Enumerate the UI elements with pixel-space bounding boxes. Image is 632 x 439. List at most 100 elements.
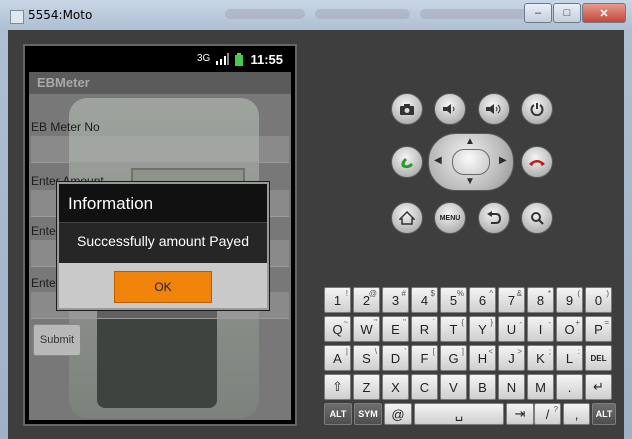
end-call-button[interactable]	[521, 146, 553, 178]
close-button[interactable]: ✕	[582, 3, 626, 23]
key-label: 3	[391, 292, 400, 308]
key-label: SYM	[358, 409, 378, 419]
dpad-left-icon[interactable]: ◀	[434, 155, 442, 166]
search-button[interactable]	[521, 202, 553, 234]
key-alt-label: -	[519, 318, 522, 327]
key-l[interactable]: L:	[556, 345, 583, 371]
key-alt-label: #	[401, 289, 406, 298]
key-alt-label: @	[368, 289, 377, 298]
key-s[interactable]: S \	[353, 345, 380, 371]
key-p[interactable]: P =	[585, 316, 612, 342]
key-symbol[interactable]: ↵	[585, 374, 612, 400]
key-b[interactable]: B	[469, 374, 496, 400]
key-i[interactable]: I-	[527, 316, 554, 342]
key-alt[interactable]: ALT	[324, 403, 352, 425]
call-button[interactable]	[391, 146, 423, 178]
key-label: ↵	[593, 379, 604, 394]
key-symbol[interactable]: .	[556, 374, 583, 400]
key-g[interactable]: G]	[440, 345, 467, 371]
key-r[interactable]: R `	[411, 316, 438, 342]
keyboard: 1! 2 @3 #4 $5% 6 ^ 7 & 8 * 9(0) Q ~ W " E " R ` T{Y} U - I - O + P =…	[324, 285, 616, 425]
maximize-button[interactable]: □	[553, 3, 581, 23]
key-2[interactable]: 2 @	[353, 287, 380, 313]
key-m[interactable]: M	[527, 374, 554, 400]
dpad-down-icon[interactable]: ▼	[465, 176, 475, 187]
key-c[interactable]: C	[411, 374, 438, 400]
minimize-button[interactable]: –	[524, 3, 552, 23]
dialog-message: Successfully amount Payed	[77, 233, 249, 249]
key-w[interactable]: W "	[353, 316, 380, 342]
dpad-up-icon[interactable]: ▲	[465, 136, 475, 147]
back-button[interactable]	[478, 202, 510, 234]
key-label: Z	[362, 379, 371, 395]
key-k[interactable]: K;	[527, 345, 554, 371]
home-button[interactable]	[391, 202, 423, 234]
key-f[interactable]: F[	[411, 345, 438, 371]
key-space[interactable]: ␣	[414, 403, 504, 425]
key-alt-label: ~	[343, 318, 348, 327]
key-label: F	[420, 350, 429, 366]
key-label: L	[565, 350, 574, 366]
key-symbol[interactable]: ⇧	[324, 374, 351, 400]
key-7[interactable]: 7 &	[498, 287, 525, 313]
status-bar: 3G 11:55	[25, 46, 295, 72]
key-a[interactable]: A |	[324, 345, 351, 371]
key-n[interactable]: N	[498, 374, 525, 400]
key-1[interactable]: 1!	[324, 287, 351, 313]
key-comma[interactable]: ,	[563, 403, 590, 425]
key-8[interactable]: 8 *	[527, 287, 554, 313]
key-y[interactable]: Y}	[469, 316, 496, 342]
key-label: ␣	[454, 406, 464, 421]
key-tab[interactable]: ⇥	[506, 403, 534, 425]
key-label: A	[333, 350, 342, 366]
field-label-meter-no: EB Meter No	[31, 120, 100, 134]
key-alt-label: [	[432, 347, 435, 356]
power-button[interactable]	[521, 93, 553, 125]
key-t[interactable]: T{	[440, 316, 467, 342]
key-d[interactable]: D’	[382, 345, 409, 371]
key-v[interactable]: V	[440, 374, 467, 400]
battery-icon	[235, 53, 243, 66]
menu-button[interactable]: MENU	[434, 202, 466, 234]
key-h[interactable]: H <	[469, 345, 496, 371]
camera-button[interactable]	[391, 93, 423, 125]
dpad-right-icon[interactable]: ▶	[499, 155, 507, 166]
key-label: 4	[420, 292, 429, 308]
meter-no-input[interactable]	[31, 136, 289, 163]
key-0[interactable]: 0)	[585, 287, 612, 313]
key-5[interactable]: 5%	[440, 287, 467, 313]
key-alt-label: *	[547, 289, 551, 298]
key-9[interactable]: 9(	[556, 287, 583, 313]
key-alt-label: <	[488, 347, 493, 356]
key-label: I	[538, 321, 543, 337]
key-at[interactable]: @	[384, 403, 412, 425]
submit-button[interactable]: Submit	[33, 324, 81, 356]
key-j[interactable]: J >	[498, 345, 525, 371]
key-label: 1	[333, 292, 342, 308]
key-x[interactable]: X	[382, 374, 409, 400]
key-sym[interactable]: SYM	[354, 403, 382, 425]
key-label: 7	[507, 292, 516, 308]
key-6[interactable]: 6 ^	[469, 287, 496, 313]
key-alt-label: ]	[461, 347, 464, 356]
key-z[interactable]: Z	[353, 374, 380, 400]
key-slash[interactable]: /?	[534, 403, 561, 425]
end-call-icon	[529, 160, 545, 166]
ok-button[interactable]: OK	[114, 271, 212, 303]
key-label: G	[448, 350, 459, 366]
key-o[interactable]: O +	[556, 316, 583, 342]
key-3[interactable]: 3 #	[382, 287, 409, 313]
dpad-center-button[interactable]	[452, 149, 490, 175]
key-e[interactable]: E "	[382, 316, 409, 342]
key-alt-label: ’	[404, 347, 406, 356]
volume-down-button[interactable]	[434, 93, 466, 125]
key-alt-right[interactable]: ALT	[592, 403, 616, 425]
key-q[interactable]: Q ~	[324, 316, 351, 342]
power-icon	[530, 103, 544, 116]
key-symbol[interactable]: DEL	[585, 345, 612, 371]
volume-up-button[interactable]	[478, 93, 510, 125]
key-label: D	[390, 350, 401, 366]
key-alt-label: =	[604, 318, 609, 327]
key-u[interactable]: U-	[498, 316, 525, 342]
key-4[interactable]: 4 $	[411, 287, 438, 313]
